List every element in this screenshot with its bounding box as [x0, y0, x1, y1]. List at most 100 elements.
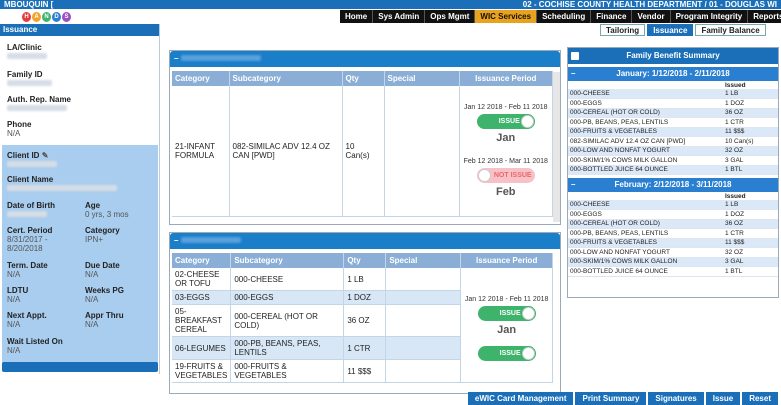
wait-listed-field: Wait Listed On N/A [7, 337, 63, 355]
logo-letter: A [32, 12, 41, 22]
summary-row: 000-CHEESE 1 LB [568, 89, 778, 99]
summary-row: 000-SKIM/1% COWS MILK GALLON 3 GAL [568, 257, 778, 267]
issue-toggle-feb[interactable]: NOT ISSUE [476, 167, 535, 183]
appr-thru-field: Appr Thru N/A [85, 311, 124, 329]
term-date-field: Term. Date N/A [7, 261, 48, 279]
summary-row: 000-CEREAL (HOT OR COLD) 36 OZ [568, 108, 778, 118]
logo-letter: S [62, 12, 71, 22]
issue-button[interactable]: Issue [705, 392, 741, 405]
food-issuance-panel: – Category Subcategory Qty Special Issuance … [169, 232, 561, 394]
summary-row: 000-SKIM/1% COWS MILK GALLON 3 GAL [568, 155, 778, 166]
summary-row: 000-PB, BEANS, PEAS, LENTILS 1 CTR [568, 117, 778, 128]
summary-row: 000-FRUITS & VEGETABLES 11 $$$ [568, 127, 778, 137]
category-cell: 02-CHEESE OR TOFU [172, 268, 232, 291]
age-field: Age 0 yrs, 3 mos [85, 201, 129, 219]
tab-tailoring[interactable]: Tailoring [600, 24, 646, 36]
special-cell [385, 336, 462, 360]
nav-item-ops-mgmt[interactable]: Ops Mgmt [425, 10, 476, 23]
la-clinic-field: LA/Clinic [7, 43, 47, 61]
issue-toggle-jan[interactable]: ISSUE [476, 113, 535, 129]
logo-letter: D [52, 12, 61, 22]
nav-item-scheduling[interactable]: Scheduling [537, 10, 592, 23]
special-cell [385, 290, 462, 305]
panel-scrollbar[interactable] [553, 72, 560, 222]
formula-table: Category Subcategory Qty Special Issuance Pe… [172, 71, 553, 217]
summary-row: 000-EGGS 1 DOZ [568, 209, 778, 220]
panel-header: Issuance [0, 24, 159, 36]
panel-header[interactable]: – [170, 51, 560, 67]
hands-logo: HANDS [22, 8, 71, 24]
cert-period-field: Cert. Period 8/31/2017 - 8/20/2018 [7, 226, 53, 253]
signatures-button[interactable]: Signatures [648, 392, 704, 405]
qty-cell: 11 $$$ [343, 359, 387, 383]
tab-issuance[interactable]: Issuance [647, 24, 694, 36]
category-cell: 06-LEGUMES [172, 336, 232, 360]
special-cell [384, 86, 460, 217]
summary-month-header[interactable]: – February: 2/12/2018 - 3/11/2018 [568, 178, 778, 192]
subcategory-cell: 000-PB, BEANS, PEAS, LENTILS [230, 336, 345, 360]
nav-item-vendor[interactable]: Vendor [632, 10, 671, 23]
weeks-pg-field: Weeks PG N/A [85, 286, 124, 304]
left-panel-footer [2, 362, 158, 372]
summary-table: Issued 000-CHEESE 1 LB 000-EGGS 1 DOZ 000-CER… [568, 192, 778, 277]
nav-item-sys-admin[interactable]: Sys Admin [373, 10, 426, 23]
summary-month-header[interactable]: – January: 1/12/2018 - 2/11/2018 [568, 67, 778, 81]
qty-cell: 10 Can(s) [342, 86, 385, 217]
summary-row: 000-LOW AND NONFAT YOGURT 32 OZ [568, 146, 778, 156]
family-id-field: Family ID [7, 70, 52, 88]
column-header-qty: Qty [343, 253, 387, 268]
subcategory-cell: 000-EGGS [230, 290, 345, 305]
client-name-field: Client Name [7, 175, 117, 193]
client-info-panel: Issuance LA/Clinic Family ID Auth. Rep. … [0, 24, 160, 374]
issue-toggle-jan[interactable]: ISSUE [477, 306, 536, 321]
summary-row: 000-CHEESE 1 LB [568, 200, 778, 210]
qty-cell: 1 CTR [343, 336, 387, 360]
issuance-period-cell: Jan 12 2018 - Feb 11 2018 ISSUE Jan ISSUE [460, 268, 553, 383]
subcategory-cell: 000-CEREAL (HOT OR COLD) [230, 304, 345, 337]
summary-icon [571, 52, 579, 60]
subcategory-cell: 000-CHEESE [230, 268, 345, 291]
issue-toggle-feb[interactable]: ISSUE [477, 346, 536, 361]
qty-cell: 1 DOZ [343, 290, 387, 305]
subcategory-cell: 082-SIMILAC ADV 12.4 OZ CAN [PWD] [229, 86, 343, 217]
special-cell [385, 359, 462, 383]
next-appt-field: Next Appt. N/A [7, 311, 47, 329]
nav-item-reports[interactable]: Reports [748, 10, 781, 23]
print-summary-button[interactable]: Print Summary [575, 392, 647, 405]
category-cell: 03-EGGS [172, 290, 232, 305]
summary-row: 082-SIMILAC ADV 12.4 OZ CAN [PWD] 10 Can(… [568, 136, 778, 147]
action-buttons: eWIC Card Management Print Summary Signatu… [467, 392, 778, 405]
nav-item-wic-services[interactable]: WIC Services [475, 10, 538, 23]
logo-letter: N [42, 12, 51, 22]
summary-row: 000-LOW AND NONFAT YOGURT 32 OZ [568, 247, 778, 258]
column-header-subcategory: Subcategory [229, 71, 343, 86]
nav-item-program-integrity[interactable]: Program Integrity [671, 10, 749, 23]
summary-row: 000-BOTTLED JUICE 64 OUNCE 1 BTL [568, 266, 778, 277]
special-cell [385, 268, 462, 291]
column-header-subcategory: Subcategory [230, 253, 345, 268]
edit-pencil-icon[interactable]: ✎ [42, 151, 49, 160]
formula-issuance-panel: – Category Subcategory Qty Special Issuance … [169, 50, 561, 225]
nav-item-home[interactable]: Home [340, 10, 374, 23]
top-bar: MBOUQUIN [ 02 - COCHISE COUNTY HEALTH DE… [0, 0, 781, 9]
due-date-field: Due Date N/A [85, 261, 120, 279]
reset-button[interactable]: Reset [742, 392, 778, 405]
column-header-category: Category [172, 71, 230, 86]
family-benefit-summary: Family Benefit Summary – January: 1/12/20… [567, 47, 779, 298]
summary-row: 000-EGGS 1 DOZ [568, 98, 778, 109]
column-header-issuance-period: Issuance Period [460, 253, 553, 268]
food-table: Category Subcategory Qty Special Issuance Pe… [172, 253, 553, 383]
tab-family-balance[interactable]: Family Balance [695, 24, 766, 36]
nav-item-finance[interactable]: Finance [591, 10, 633, 23]
logo-letter: H [22, 12, 31, 22]
summary-row: 000-PB, BEANS, PEAS, LENTILS 1 CTR [568, 228, 778, 239]
ewic-card-management-button[interactable]: eWIC Card Management [467, 392, 574, 405]
table-row: 02-CHEESE OR TOFU 000-CHEESE 1 LB Jan 12 20… [172, 268, 553, 383]
summary-table: Issued 000-CHEESE 1 LB 000-EGGS 1 DOZ 000-CER… [568, 81, 778, 175]
category-cell: 05-BREAKFAST CEREAL [172, 304, 232, 337]
table-row: 21-INFANT FORMULA 082-SIMILAC ADV 12.4 O… [172, 86, 553, 217]
panel-header[interactable]: – [170, 233, 560, 249]
qty-cell: 36 OZ [343, 304, 387, 337]
auth-rep-field: Auth. Rep. Name [7, 95, 71, 113]
sub-tabs: Tailoring Issuance Family Balance [600, 24, 766, 36]
